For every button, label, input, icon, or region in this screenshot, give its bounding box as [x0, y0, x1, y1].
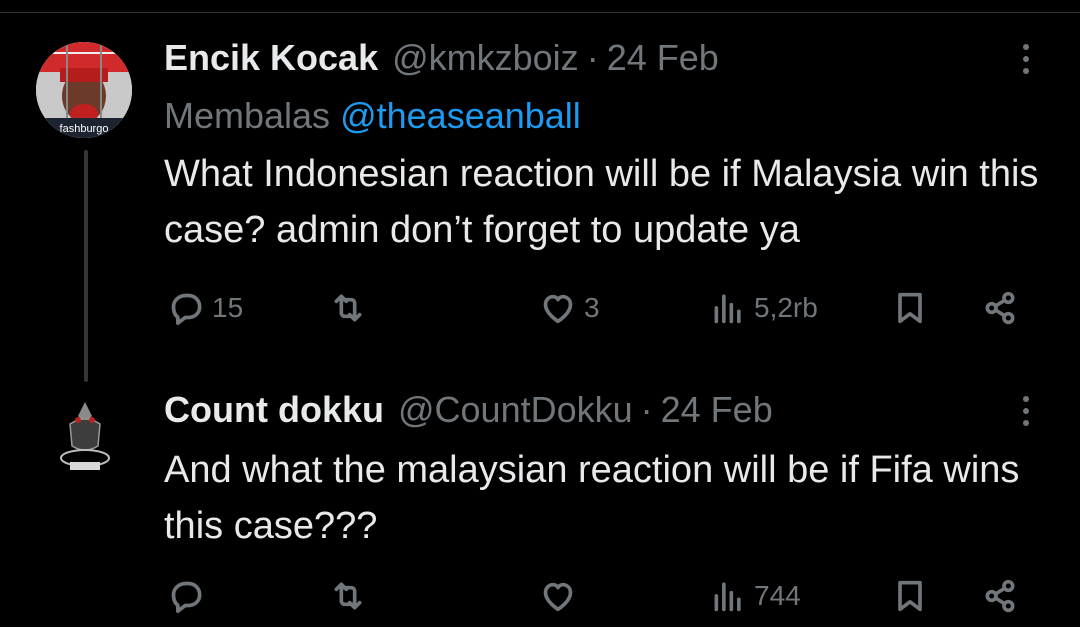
share-icon	[985, 579, 1015, 613]
reply-context: Membalas @theaseanball	[164, 88, 1040, 144]
like-button[interactable]	[538, 572, 584, 620]
separator-dot: ·	[640, 389, 653, 430]
avatar[interactable]	[40, 394, 130, 484]
reply-button[interactable]: 15	[166, 284, 243, 332]
views-icon	[714, 582, 741, 612]
reply-count: 15	[212, 292, 244, 323]
reply-prefix: Membalas	[164, 95, 331, 136]
retweet-icon	[334, 582, 362, 610]
views-count: 5,2rb	[754, 292, 818, 323]
views-count: 744	[754, 580, 801, 611]
tweet-date[interactable]: 24 Feb	[661, 389, 773, 431]
retweet-icon	[334, 294, 362, 322]
like-button[interactable]: 3	[538, 284, 600, 332]
share-button[interactable]	[980, 284, 1020, 332]
top-divider	[0, 12, 1080, 13]
tweet-text: What Indonesian reaction will be if Mala…	[164, 153, 1039, 251]
reply-icon	[171, 581, 202, 613]
like-count: 3	[584, 292, 600, 323]
share-icon	[985, 291, 1015, 325]
tweet-content: Count dokku @CountDokku · 24 Feb And wha…	[164, 380, 1040, 554]
reply-button[interactable]	[166, 572, 212, 620]
display-name[interactable]: Count dokku	[164, 389, 384, 431]
user-handle[interactable]: @CountDokku	[398, 389, 633, 431]
bookmark-button[interactable]	[890, 284, 930, 332]
avatar[interactable]: fashburgo	[36, 42, 132, 138]
retweet-button[interactable]	[328, 284, 374, 332]
display-name[interactable]: Encik Kocak	[164, 37, 378, 79]
views-button[interactable]: 5,2rb	[708, 284, 818, 332]
bookmark-button[interactable]	[890, 572, 930, 620]
views-icon	[714, 294, 741, 324]
like-icon	[543, 294, 573, 324]
retweet-button[interactable]	[328, 572, 374, 620]
tweet-date[interactable]: 24 Feb	[607, 37, 719, 79]
thread-connector-line	[84, 150, 88, 382]
like-icon	[543, 582, 573, 612]
avatar-label: fashburgo	[60, 123, 109, 135]
tweet-header: Encik Kocak @kmkzboiz · 24 Feb	[164, 28, 1040, 88]
tweet-content: Encik Kocak @kmkzboiz · 24 Feb Membalas …	[164, 28, 1040, 258]
tweet-text: And what the malaysian reaction will be …	[164, 449, 1020, 547]
action-bar: 15 3 5,2rb	[164, 284, 1040, 332]
more-icon[interactable]	[1016, 40, 1036, 80]
reply-mention-link[interactable]: @theaseanball	[340, 95, 581, 136]
more-icon[interactable]	[1016, 392, 1036, 432]
views-button[interactable]: 744	[708, 572, 801, 620]
separator-dot: ·	[586, 37, 599, 78]
reply-icon	[171, 293, 202, 325]
action-bar: 744	[164, 572, 1040, 620]
share-button[interactable]	[980, 572, 1020, 620]
bookmark-icon	[898, 292, 922, 324]
tweet-header: Count dokku @CountDokku · 24 Feb	[164, 380, 1040, 440]
bookmark-icon	[898, 580, 922, 612]
user-handle[interactable]: @kmkzboiz	[392, 37, 579, 79]
